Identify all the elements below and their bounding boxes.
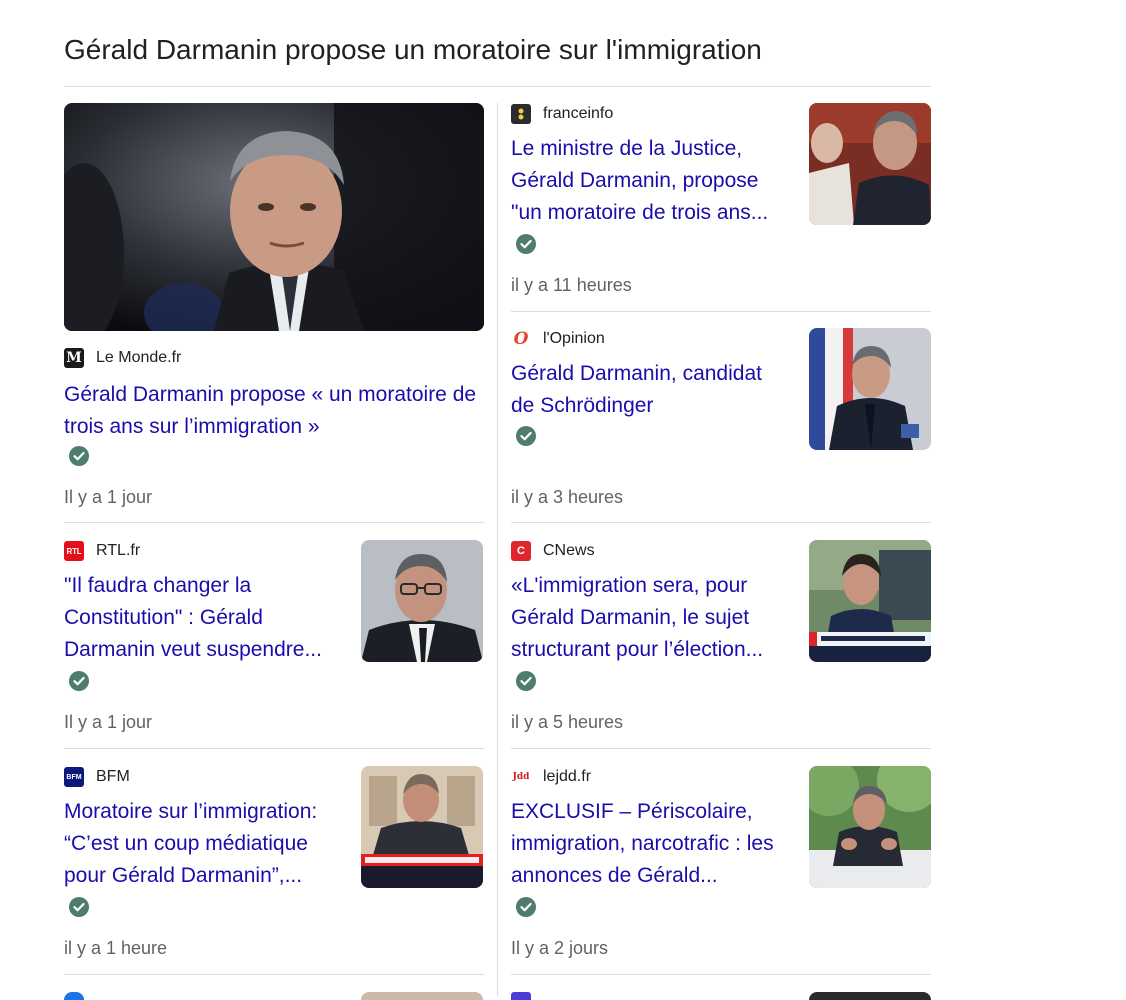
favicon-partial-icon xyxy=(511,992,531,1000)
article-thumbnail[interactable] xyxy=(361,766,483,888)
timestamp: il y a 1 heure xyxy=(64,938,168,958)
row-divider xyxy=(64,974,484,975)
article-title-link[interactable]: EXCLUSIF – Périscolaire, immigration, na… xyxy=(511,796,796,892)
verified-check-icon xyxy=(69,671,89,691)
timestamp: Il y a 1 jour xyxy=(64,712,153,732)
news-card-cnews[interactable]: C CNews «L'immigration sera, pour Gérald… xyxy=(511,540,931,740)
row-divider xyxy=(511,748,931,749)
article-thumbnail[interactable] xyxy=(809,103,931,225)
news-card-franceinfo[interactable]: franceinfo Le ministre de la Justice, Gé… xyxy=(511,103,931,303)
source-name: franceinfo xyxy=(543,105,614,122)
source-name: l'Opinion xyxy=(543,330,605,347)
timestamp: il y a 5 heures xyxy=(511,712,624,732)
source-line: BFM BFM xyxy=(64,766,130,788)
timestamp: Il y a 1 jour xyxy=(64,487,153,507)
row-divider xyxy=(511,311,931,312)
news-card-le-monde[interactable]: M Le Monde.fr Gérald Darmanin propose « … xyxy=(64,103,484,513)
verified-check-icon xyxy=(516,897,536,917)
lopinion-logo-icon: O xyxy=(511,329,531,349)
article-title-link[interactable]: «L'immigration sera, pour Gérald Darmani… xyxy=(511,570,791,666)
page-title: Gérald Darmanin propose un moratoire sur… xyxy=(64,34,762,65)
franceinfo-logo-icon xyxy=(511,104,531,124)
verified-check-icon xyxy=(516,234,536,254)
row-divider xyxy=(64,748,484,749)
news-card-lejdd[interactable]: Jdd lejdd.fr EXCLUSIF – Périscolaire, im… xyxy=(511,766,931,966)
article-thumbnail[interactable] xyxy=(809,328,931,450)
article-thumbnail[interactable] xyxy=(809,766,931,888)
bfm-logo-icon: BFM xyxy=(64,767,84,787)
timestamp: il y a 3 heures xyxy=(511,487,624,507)
verified-check-icon xyxy=(69,446,89,466)
news-card-lopinion[interactable]: O l'Opinion Gérald Darmanin, candidat de… xyxy=(511,328,931,518)
hero-thumbnail[interactable] xyxy=(64,103,484,331)
thumbnail-partial[interactable] xyxy=(361,992,483,1000)
le-monde-logo-icon: M xyxy=(64,348,84,368)
column-divider xyxy=(497,103,498,996)
article-title-link[interactable]: "Il faudra changer la Constitution" : Gé… xyxy=(64,570,349,666)
news-card-rtl[interactable]: RTL RTL.fr "Il faudra changer la Constit… xyxy=(64,540,484,740)
rtl-logo-icon: RTL xyxy=(64,541,84,561)
article-title-link[interactable]: Le ministre de la Justice, Gérald Darman… xyxy=(511,133,791,229)
row-divider xyxy=(64,522,484,523)
source-line: Jdd lejdd.fr xyxy=(511,766,591,788)
article-title-link[interactable]: Gérald Darmanin propose « un moratoire d… xyxy=(64,379,484,443)
source-line: franceinfo xyxy=(511,103,613,125)
source-line: C CNews xyxy=(511,540,595,562)
heading-divider xyxy=(64,86,931,87)
news-card-partial-right[interactable] xyxy=(511,992,931,1000)
source-line: M Le Monde.fr xyxy=(64,347,181,369)
source-name: Le Monde.fr xyxy=(96,349,182,366)
cnews-logo-icon: C xyxy=(511,541,531,561)
verified-check-icon xyxy=(516,426,536,446)
row-divider xyxy=(511,522,931,523)
source-line: RTL RTL.fr xyxy=(64,540,140,562)
source-line: O l'Opinion xyxy=(511,328,605,350)
verified-check-icon xyxy=(516,671,536,691)
favicon-partial-icon xyxy=(64,992,84,1000)
timestamp: il y a 11 heures xyxy=(511,275,632,295)
row-divider xyxy=(511,974,931,975)
article-thumbnail[interactable] xyxy=(361,540,483,662)
thumbnail-partial[interactable] xyxy=(809,992,931,1000)
source-name: CNews xyxy=(543,542,595,559)
news-card-partial-left[interactable] xyxy=(64,992,484,1000)
lejdd-logo-icon: Jdd xyxy=(511,767,531,787)
timestamp: Il y a 2 jours xyxy=(511,938,609,958)
source-name: RTL.fr xyxy=(96,542,141,559)
source-name: lejdd.fr xyxy=(543,768,592,785)
source-name: BFM xyxy=(96,768,130,785)
article-title-link[interactable]: Gérald Darmanin, candidat de Schrödinger xyxy=(511,358,791,422)
verified-check-icon xyxy=(69,897,89,917)
article-title-link[interactable]: Moratoire sur l’immigration: “C’est un c… xyxy=(64,796,349,892)
news-card-bfm[interactable]: BFM BFM Moratoire sur l’immigration: “C’… xyxy=(64,766,484,966)
article-thumbnail[interactable] xyxy=(809,540,931,662)
